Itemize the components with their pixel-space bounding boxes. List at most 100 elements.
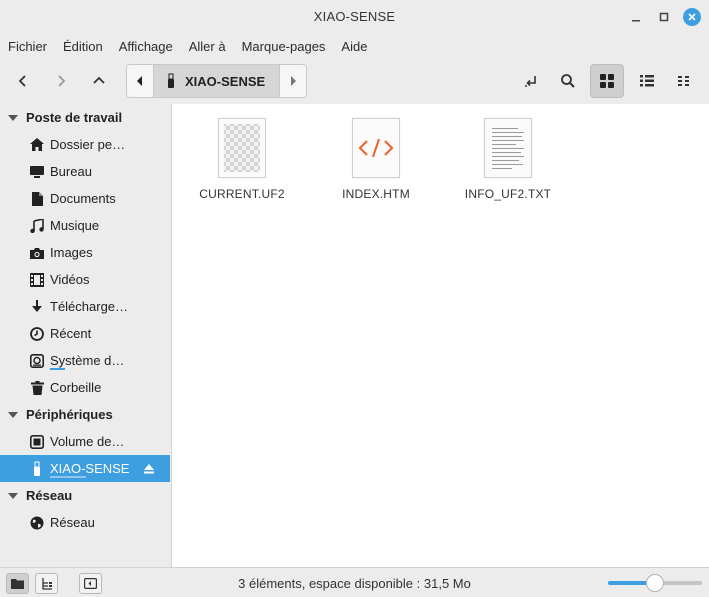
path-crumb-xiao-sense[interactable]: XIAO-SENSE [153, 65, 280, 97]
minimize-button[interactable] [625, 6, 647, 28]
close-icon [688, 13, 696, 21]
list-icon [640, 75, 654, 87]
usb-icon [168, 73, 174, 88]
folder-icon [11, 579, 24, 589]
file-name: CURRENT.UF2 [199, 187, 285, 201]
menu-bar: Fichier Édition Affichage Aller à Marque… [0, 33, 709, 59]
sidebar-item-dossier-personnel[interactable]: Dossier pe… [0, 131, 170, 158]
sidebar-item-label: Volume de… [50, 434, 125, 449]
menu-edition[interactable]: Édition [63, 39, 111, 54]
up-button[interactable] [84, 67, 114, 95]
toggle-location-button[interactable] [514, 64, 548, 98]
section-title: Réseau [26, 488, 73, 503]
sidebar-toggle-icon [84, 578, 97, 589]
sidebar-section-poste-de-travail[interactable]: Poste de travail [0, 104, 122, 131]
show-tree-button[interactable] [35, 573, 58, 594]
file-name: INDEX.HTM [342, 187, 410, 201]
triangle-down-icon [8, 492, 18, 499]
status-text: 3 éléments, espace disponible : 31,5 Mo [238, 576, 471, 591]
tree-icon [41, 577, 52, 590]
file-item-current-uf2[interactable]: CURRENT.UF2 [182, 118, 302, 201]
sidebar-section-peripheriques[interactable]: Périphériques [0, 401, 113, 428]
clock-icon [30, 326, 44, 341]
text-file-icon [484, 118, 532, 178]
menu-affichage[interactable]: Affichage [119, 39, 181, 54]
search-button[interactable] [551, 64, 585, 98]
window-title: XIAO-SENSE [313, 9, 396, 24]
triangle-down-icon [8, 114, 18, 121]
menu-marque-pages[interactable]: Marque-pages [242, 39, 334, 54]
music-icon [30, 218, 44, 233]
back-button[interactable] [8, 67, 38, 95]
sidebar-item-musique[interactable]: Musique [0, 212, 170, 239]
zoom-slider-handle[interactable] [646, 574, 664, 592]
sidebar-item-label: Bureau [50, 164, 92, 179]
path-scroll-left[interactable] [127, 65, 153, 97]
zoom-slider[interactable] [608, 574, 702, 592]
title-bar: XIAO-SENSE [0, 0, 709, 33]
path-scroll-right[interactable] [280, 65, 306, 97]
desktop-icon [30, 165, 44, 178]
file-view[interactable]: CURRENT.UF2 INDEX.HTM INFO_UF2.TXT [171, 104, 709, 567]
usb-icon [34, 461, 40, 476]
sidebar-item-label: Dossier pe… [50, 137, 126, 152]
show-places-button[interactable] [6, 573, 29, 594]
file-item-info-uf2-txt[interactable]: INFO_UF2.TXT [448, 118, 568, 201]
globe-icon [30, 516, 44, 529]
sidebar-item-reseau[interactable]: Réseau [0, 509, 170, 536]
sidebar: Poste de travail Dossier pe… Bureau Docu… [0, 104, 170, 567]
sidebar-section-reseau[interactable]: Réseau [0, 482, 72, 509]
sidebar-item-label: Images [50, 245, 93, 260]
document-icon [31, 191, 43, 206]
forward-button[interactable] [46, 67, 76, 95]
sidebar-item-xiao-sense[interactable]: XIAO-SENSE [0, 455, 170, 482]
sidebar-item-recent[interactable]: Récent [0, 320, 170, 347]
chevron-up-icon [93, 76, 105, 84]
maximize-button[interactable] [653, 6, 675, 28]
sidebar-item-documents[interactable]: Documents [0, 185, 170, 212]
menu-aller[interactable]: Aller à [189, 39, 234, 54]
section-title: Périphériques [26, 407, 113, 422]
close-button[interactable] [683, 8, 701, 26]
camera-icon [30, 247, 44, 259]
chevron-right-icon [58, 75, 66, 87]
drive-icon [30, 353, 44, 368]
download-icon [32, 299, 42, 312]
trash-icon [30, 380, 44, 395]
toggle-sidebar-button[interactable] [79, 573, 102, 594]
eject-icon [144, 464, 154, 474]
section-title: Poste de travail [26, 110, 123, 125]
sidebar-item-bureau[interactable]: Bureau [0, 158, 170, 185]
disk-usage-bar [50, 368, 65, 370]
sidebar-item-label: Documents [50, 191, 116, 206]
triangle-down-icon [8, 411, 18, 418]
sidebar-item-label: Musique [50, 218, 100, 233]
menu-aide[interactable]: Aide [341, 39, 375, 54]
home-icon [30, 138, 44, 151]
search-icon [561, 74, 575, 88]
triangle-right-icon [291, 76, 296, 86]
sidebar-item-videos[interactable]: Vidéos [0, 266, 170, 293]
sidebar-item-label: Télécharge… [50, 299, 129, 314]
file-item-index-htm[interactable]: INDEX.HTM [316, 118, 436, 201]
eject-button[interactable] [144, 462, 154, 477]
sidebar-item-images[interactable]: Images [0, 239, 170, 266]
path-bar: XIAO-SENSE [126, 64, 307, 98]
menu-fichier[interactable]: Fichier [8, 39, 55, 54]
sidebar-item-telechargements[interactable]: Télécharge… [0, 293, 170, 320]
sidebar-item-label: Réseau [50, 515, 95, 530]
minimize-icon [632, 20, 640, 22]
drive-icon [30, 434, 44, 449]
status-bar: 3 éléments, espace disponible : 31,5 Mo [0, 567, 709, 597]
sidebar-item-label: Vidéos [50, 272, 90, 287]
list-view-button[interactable] [630, 64, 664, 98]
icon-view-button[interactable] [590, 64, 624, 98]
sidebar-item-volume[interactable]: Volume de… [0, 428, 170, 455]
html-file-icon [352, 118, 400, 178]
film-icon [30, 272, 44, 287]
path-crumb-label: XIAO-SENSE [185, 73, 266, 89]
compact-view-button[interactable] [668, 64, 702, 98]
sidebar-item-label: XIAO-SENSE [50, 461, 130, 476]
sidebar-item-systeme-de-fichiers[interactable]: Système d… [0, 347, 170, 374]
sidebar-item-corbeille[interactable]: Corbeille [0, 374, 170, 401]
